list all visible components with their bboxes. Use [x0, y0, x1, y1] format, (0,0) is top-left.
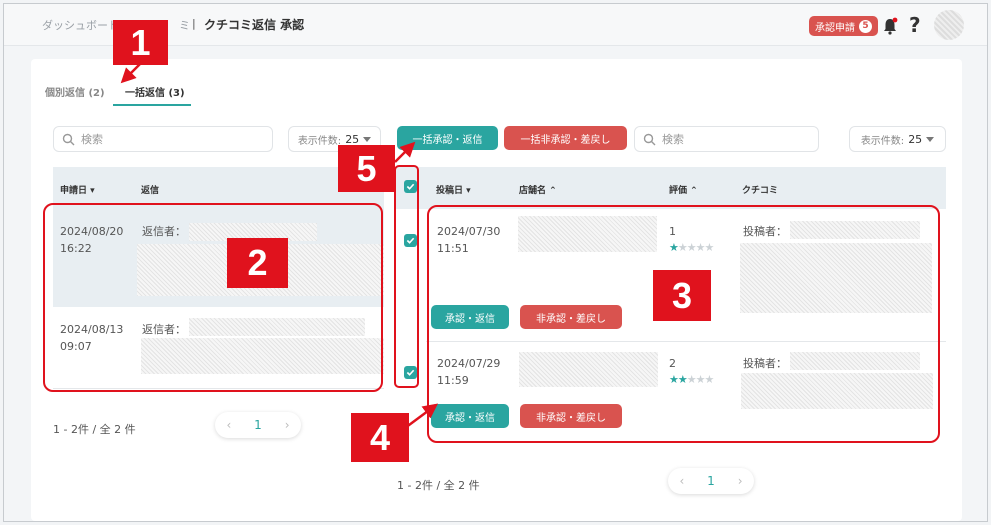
- annotation-arrows: [120, 61, 439, 430]
